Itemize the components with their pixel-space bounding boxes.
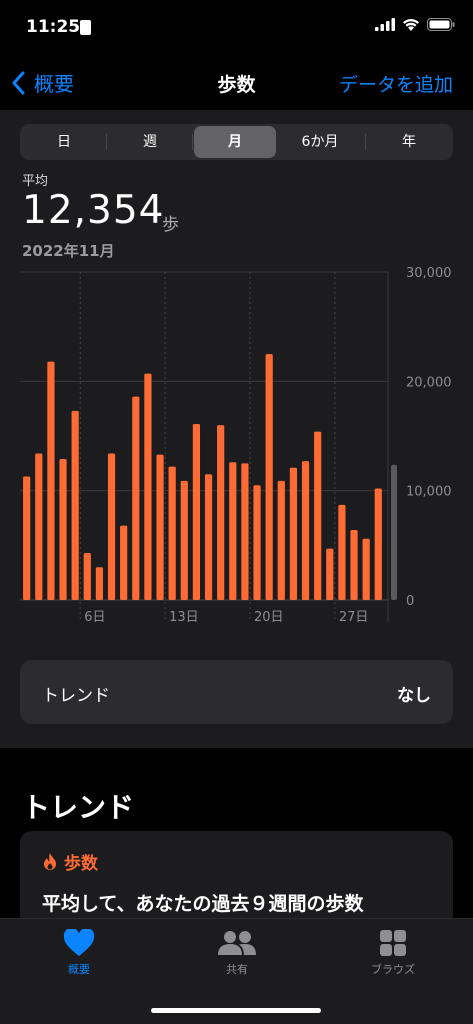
y-tick-label: 30,000 (406, 266, 452, 281)
segment-six-months[interactable]: 6か月 (278, 126, 362, 158)
step-bar (204, 474, 213, 600)
segment-day[interactable]: 日 (22, 126, 106, 158)
tab-sharing-label: 共有 (226, 963, 248, 976)
step-bar (289, 467, 298, 600)
status-time: 11:25 (26, 17, 81, 37)
step-bar (156, 454, 164, 600)
step-bar (301, 461, 310, 600)
time-range-segmented-control: 日 週 月 6か月 年 (20, 124, 453, 160)
step-bar (241, 463, 249, 600)
y-tick-label: 20,000 (406, 375, 452, 390)
navigation-bar: 概要 歩数 データを追加 (0, 58, 473, 110)
back-button[interactable]: 概要 (12, 68, 74, 97)
step-bar (120, 525, 128, 600)
average-value: 12,354 (22, 188, 165, 233)
average-label: 平均 (22, 174, 49, 189)
status-icons (375, 18, 455, 31)
segment-week[interactable]: 週 (108, 126, 192, 158)
step-bar (326, 548, 334, 600)
step-bar (71, 410, 79, 600)
tab-browse-label: ブラウズ (371, 963, 415, 976)
segment-year[interactable]: 年 (367, 126, 451, 158)
step-bar (229, 462, 237, 600)
step-bar (144, 373, 152, 600)
trend-row[interactable]: トレンド なし (20, 660, 453, 724)
step-bar (23, 476, 31, 600)
wifi-icon (403, 19, 419, 31)
step-bar (180, 480, 188, 600)
trends-heading: トレンド (22, 791, 135, 824)
home-indicator (151, 1008, 321, 1013)
step-bar (59, 458, 67, 600)
battery-icon (427, 18, 455, 31)
trend-card-text: 平均して、あなたの過去９週間の歩数 (42, 893, 364, 915)
step-bar (217, 425, 225, 600)
tab-sharing[interactable]: 共有 (187, 929, 287, 977)
x-tick-label: 13日 (169, 610, 199, 625)
date-range: 2022年11月 (22, 242, 115, 260)
tab-summary[interactable]: 概要 (29, 929, 129, 977)
trend-card-category-label: 歩数 (64, 854, 98, 874)
trend-row-value: なし (397, 686, 431, 706)
trend-card-category: 歩数 (42, 849, 98, 874)
segment-month[interactable]: 月 (194, 126, 276, 158)
step-bar (338, 504, 346, 600)
back-label: 概要 (34, 72, 74, 96)
add-data-button[interactable]: データを追加 (339, 70, 453, 97)
x-tick-label: 27日 (339, 610, 369, 625)
flame-icon (44, 853, 56, 870)
x-tick-label: 6日 (84, 610, 105, 625)
step-bar (47, 361, 55, 600)
step-bar (192, 423, 201, 600)
x-tick-label: 20日 (254, 610, 284, 625)
tab-summary-label: 概要 (68, 963, 90, 976)
grid-icon (380, 930, 406, 956)
step-bar (35, 453, 43, 600)
average-bar (391, 464, 397, 600)
tab-browse[interactable]: ブラウズ (343, 929, 443, 977)
step-bar (168, 466, 176, 600)
chart-panel: 日 週 月 6か月 年 平均 12,354 歩 2022年11月 0 10,000… (0, 110, 473, 748)
step-bar (95, 567, 104, 600)
y-tick-label: 10,000 (406, 485, 452, 500)
heart-icon (63, 929, 95, 956)
status-bar: 11:25 (0, 0, 473, 58)
average-unit: 歩 (162, 215, 179, 235)
step-bar (277, 480, 285, 600)
step-bar (362, 538, 370, 600)
step-bar (83, 552, 91, 600)
step-bar (253, 485, 261, 600)
step-bar (350, 530, 358, 600)
step-bar (314, 431, 322, 600)
segment-divider (365, 134, 366, 150)
focus-person-icon (80, 20, 91, 35)
segment-divider (192, 134, 193, 150)
step-bar (132, 396, 140, 600)
y-tick-label: 0 (406, 594, 414, 609)
cellular-signal-icon (375, 18, 395, 31)
trend-row-label: トレンド (42, 686, 110, 706)
segment-divider (106, 134, 107, 150)
chevron-left-icon (12, 71, 25, 94)
step-bar (265, 354, 273, 600)
people-icon (218, 931, 256, 955)
step-bar (107, 453, 116, 600)
step-bar (374, 488, 382, 600)
steps-bar-chart[interactable]: 0 10,000 20,000 30,000 6日 13日 20日 27日 (0, 260, 473, 640)
